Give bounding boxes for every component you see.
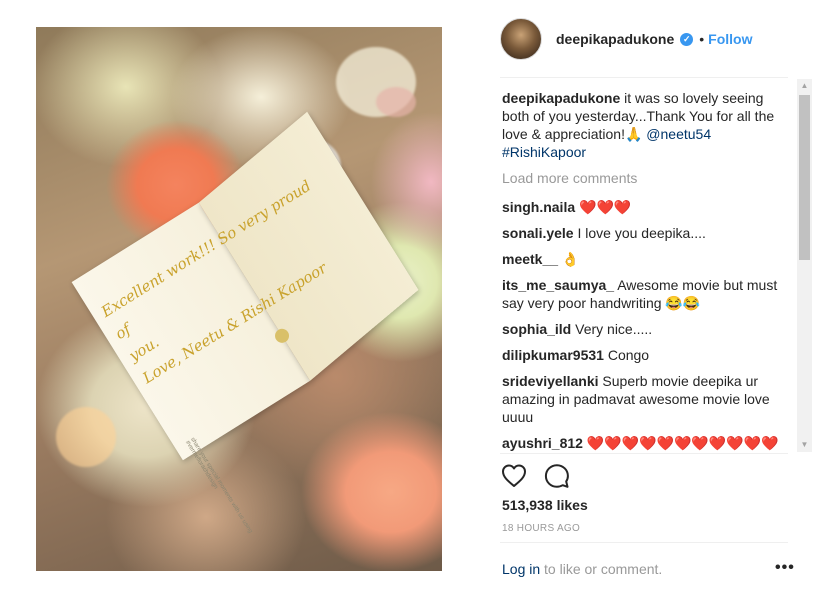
post-actions <box>500 462 570 490</box>
post-timestamp[interactable]: 18 HOURS AGO <box>502 523 580 534</box>
comment-item: srideviyellanki Superb movie deepika ur … <box>502 372 792 426</box>
post-header: deepikapadukone ✓ • Follow <box>500 18 790 60</box>
caption-hashtag-link[interactable]: #RishiKapoor <box>502 143 792 161</box>
comment-username[interactable]: srideviyellanki <box>502 373 599 389</box>
likes-label: likes <box>556 497 588 513</box>
comment-text: ❤️❤️❤️ <box>575 199 632 215</box>
blossom <box>56 407 116 467</box>
comment-text: Very nice..... <box>571 321 653 337</box>
header-username[interactable]: deepikapadukone <box>556 31 674 47</box>
comment-username[interactable]: sophia_ild <box>502 321 571 337</box>
likes-number: 513,938 <box>502 497 553 513</box>
instagram-post: Excellent work!!! So very proud of you. … <box>0 0 816 590</box>
comment-text: 👌 <box>558 251 580 267</box>
avatar[interactable] <box>500 18 542 60</box>
blossom <box>376 87 416 117</box>
comment-item: meetk__ 👌 <box>502 250 792 268</box>
divider <box>500 542 788 543</box>
caption-username[interactable]: deepikapadukone <box>502 90 620 106</box>
load-more-comments-button[interactable]: Load more comments <box>502 169 792 187</box>
divider <box>500 77 788 78</box>
caption: deepikapadukone it was so lovely seeing … <box>502 89 792 161</box>
post-photo[interactable]: Excellent work!!! So very proud of you. … <box>36 27 442 571</box>
comment-username[interactable]: meetk__ <box>502 251 558 267</box>
scroll-up-arrow-icon[interactable]: ▲ <box>797 79 812 93</box>
comment-text: I love you deepika.... <box>573 225 706 241</box>
verified-badge-icon: ✓ <box>680 32 694 46</box>
comment-item: singh.naila ❤️❤️❤️ <box>502 198 792 216</box>
divider <box>500 453 788 454</box>
card-printed-text: share your special moments with us using… <box>183 436 254 535</box>
comment-item: ayushri_812 ❤️❤️❤️❤️❤️❤️❤️❤️❤️❤️❤️❤️❤️❤️… <box>502 434 792 451</box>
login-link[interactable]: Log in <box>502 561 540 577</box>
comment-item: sonali.yele I love you deepika.... <box>502 224 792 242</box>
comment-username[interactable]: sonali.yele <box>502 225 574 241</box>
comment-item: sophia_ild Very nice..... <box>502 320 792 338</box>
caption-mention-link[interactable]: @neetu54 <box>646 126 711 142</box>
header-separator: • <box>699 31 705 47</box>
comment-username[interactable]: ayushri_812 <box>502 435 583 451</box>
comment-username[interactable]: singh.naila <box>502 199 575 215</box>
comments-scrollbar[interactable]: ▲ ▼ <box>797 79 812 452</box>
comments-list[interactable]: deepikapadukone it was so lovely seeing … <box>502 89 792 451</box>
heart-outline-icon[interactable] <box>500 462 528 490</box>
login-prompt: Log in to like or comment. <box>502 561 792 581</box>
login-prompt-text: to like or comment. <box>540 561 663 577</box>
greeting-card: Excellent work!!! So very proud of you. … <box>71 111 421 534</box>
likes-count[interactable]: 513,938 likes <box>502 497 588 513</box>
comment-username[interactable]: its_me_saumya_ <box>502 277 614 293</box>
comment-text: Congo <box>603 347 650 363</box>
comment-bubble-icon[interactable] <box>542 462 570 490</box>
comment-item: dilipkumar9531 Congo <box>502 346 792 364</box>
more-options-icon[interactable]: ••• <box>775 559 795 577</box>
comment-item: its_me_saumya_ Awesome movie but must sa… <box>502 276 792 312</box>
follow-button[interactable]: Follow <box>708 31 752 47</box>
scrollbar-thumb[interactable] <box>799 95 810 260</box>
scroll-down-arrow-icon[interactable]: ▼ <box>797 438 812 452</box>
comment-username[interactable]: dilipkumar9531 <box>502 347 604 363</box>
